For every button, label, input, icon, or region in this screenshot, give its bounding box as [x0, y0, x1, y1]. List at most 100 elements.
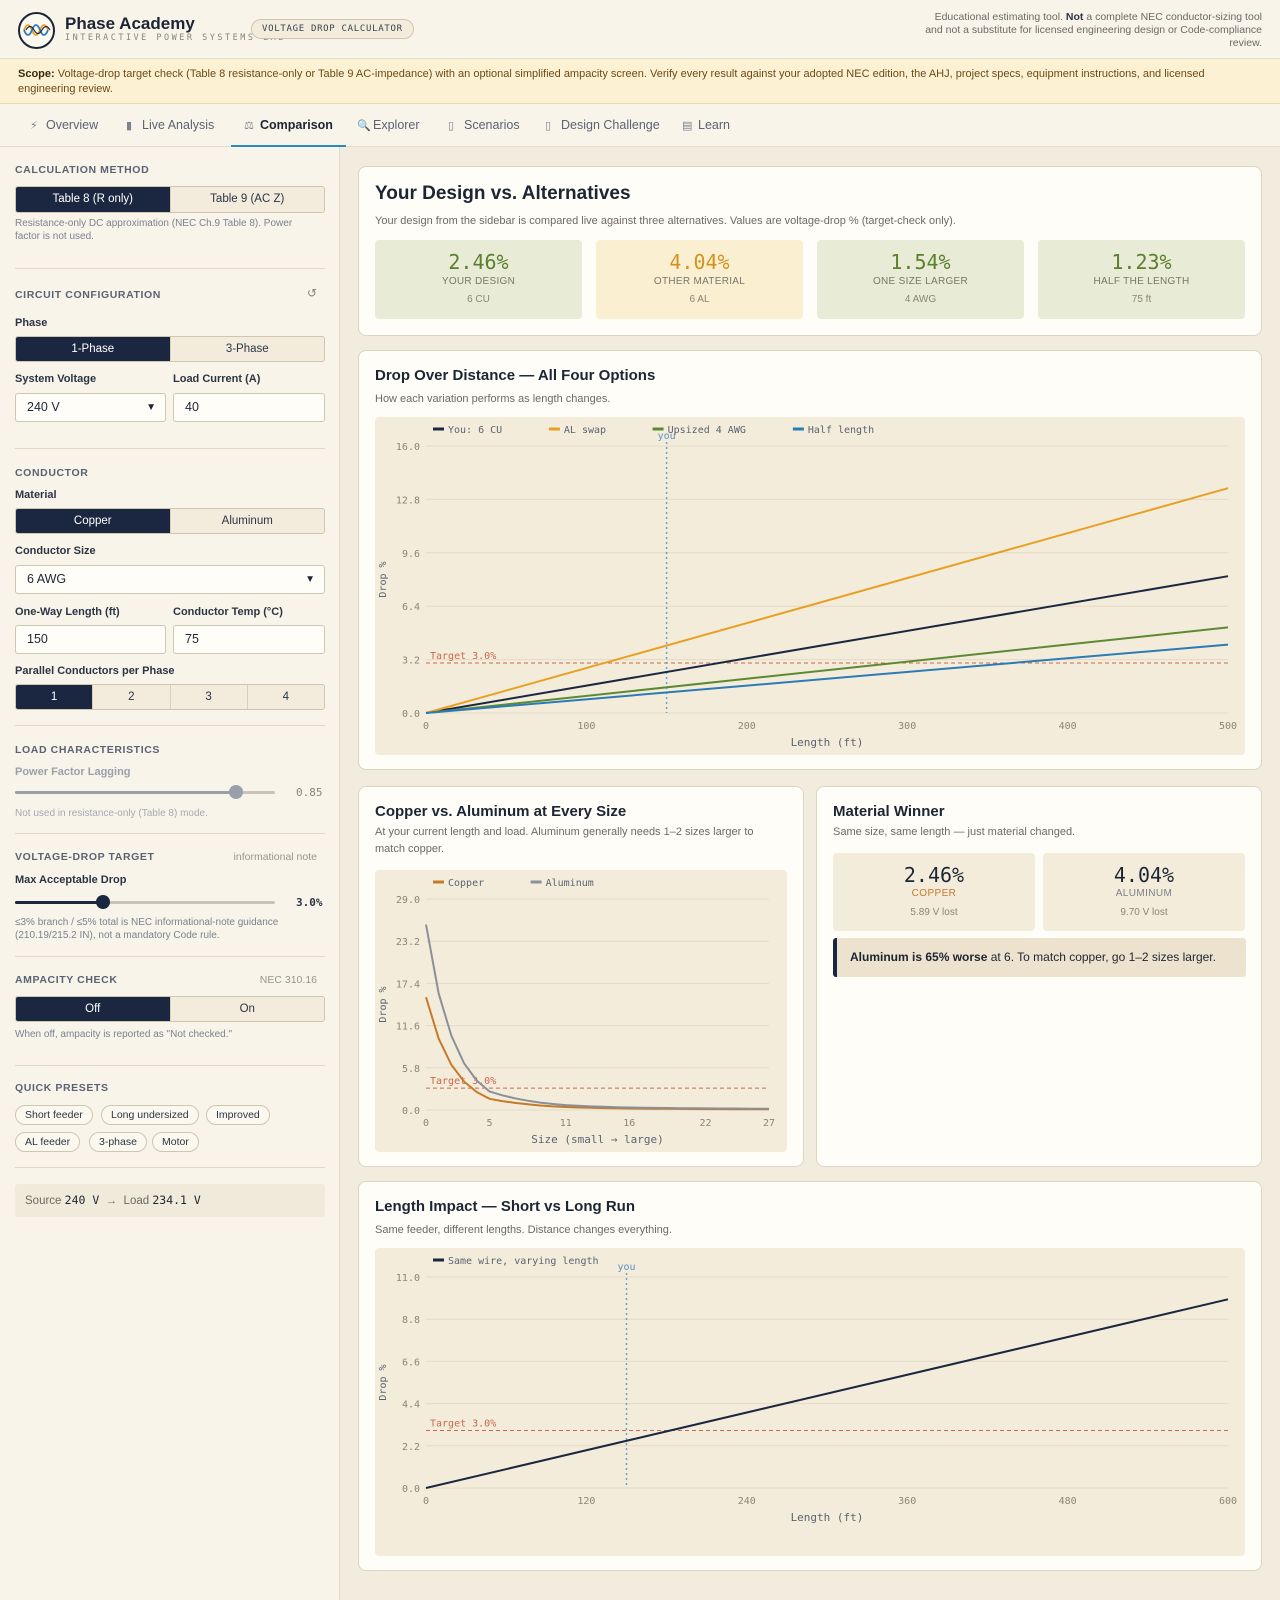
load-heading: LOAD CHARACTERISTICS	[15, 744, 160, 756]
y-tick-label: 0.0	[402, 1106, 420, 1117]
ampacity-off-option[interactable]: Off	[16, 997, 170, 1021]
divider	[15, 268, 325, 269]
target-label: Target 3.0%	[430, 651, 496, 662]
calc-method-table8[interactable]: Table 8 (R only)	[16, 187, 170, 212]
calc-method-table9[interactable]: Table 9 (AC Z)	[169, 187, 325, 212]
tool-chip: VOLTAGE DROP CALCULATOR	[251, 19, 414, 39]
ampacity-on-option[interactable]: On	[169, 997, 325, 1021]
y-axis-label: Drop %	[378, 986, 389, 1022]
tab-comparison[interactable]: ⚖ Comparison	[231, 104, 346, 147]
max-drop-slider[interactable]	[15, 895, 275, 909]
pf-label: Power Factor Lagging	[15, 766, 131, 778]
source-load-summary: Source 240 V → Load 234.1 V	[15, 1184, 325, 1217]
length-input[interactable]: 150	[15, 625, 166, 654]
voltage-select[interactable]: 240 V ▼	[15, 393, 166, 422]
tab-scenarios[interactable]: ▯ Scenarios	[448, 104, 520, 147]
reset-icon[interactable]: ↺	[307, 286, 317, 300]
x-tick-label: 120	[577, 1496, 595, 1507]
y-tick-label: 5.8	[402, 1064, 420, 1075]
tab-design-challenge[interactable]: ▯ Design Challenge	[545, 104, 660, 147]
y-tick-label: 0.0	[402, 1484, 420, 1495]
copper-result: 2.46% COPPER 5.89 V lost	[833, 853, 1035, 931]
x-tick-label: 22	[699, 1118, 711, 1129]
comparison-subtitle: Your design from the sidebar is compared…	[375, 215, 956, 227]
parallel-option-4[interactable]: 4	[246, 685, 324, 709]
pf-slider[interactable]	[15, 785, 275, 799]
y-tick-label: 16.0	[396, 442, 420, 453]
max-drop-value: 3.0%	[296, 896, 323, 909]
preset-short-feeder[interactable]: Short feeder	[15, 1105, 93, 1125]
y-tick-label: 11.6	[396, 1022, 420, 1033]
legend-label: Copper	[448, 878, 484, 889]
phase-academy-logo[interactable]	[18, 12, 55, 49]
preset-long-undersized[interactable]: Long undersized	[101, 1105, 199, 1125]
x-axis-label: Length (ft)	[791, 736, 864, 749]
circuit-heading: CIRCUIT CONFIGURATION	[15, 289, 161, 301]
x-tick-label: 360	[898, 1496, 916, 1507]
ampacity-heading: AMPACITY CHECK	[15, 974, 118, 986]
tab-overview[interactable]: ⚡ Overview	[30, 104, 98, 147]
x-tick-label: 240	[738, 1496, 756, 1507]
phase-3-option[interactable]: 3-Phase	[169, 337, 325, 361]
material-verdict: Aluminum is 65% worse at 6. To match cop…	[833, 938, 1246, 977]
y-tick-label: 6.4	[402, 602, 420, 613]
app-name: Phase Academy	[65, 14, 195, 33]
preset-3-phase[interactable]: 3-phase	[89, 1132, 147, 1152]
bar-chart-icon: ▮	[126, 120, 133, 132]
cu-al-card: Copper vs. Aluminum at Every Size At you…	[358, 786, 804, 1167]
ampacity-note: NEC 310.16	[259, 974, 317, 986]
calc-method-toggle: Table 8 (R only) Table 9 (AC Z)	[15, 186, 325, 213]
y-tick-label: 0.0	[402, 709, 420, 720]
bolt-icon: ⚡	[30, 120, 38, 132]
sine-wave-icon	[23, 24, 51, 36]
x-axis-label: Length (ft)	[791, 1511, 864, 1524]
y-tick-label: 6.6	[402, 1357, 420, 1368]
parallel-option-3[interactable]: 3	[169, 685, 247, 709]
current-input[interactable]: 40	[173, 393, 325, 422]
divider	[15, 833, 325, 834]
y-axis-label: Drop %	[378, 561, 389, 597]
max-drop-help: ≤3% branch / ≤5% total is NEC informatio…	[15, 917, 279, 941]
conductor-heading: CONDUCTOR	[15, 467, 89, 479]
x-tick-label: 0	[423, 721, 429, 732]
size-select[interactable]: 6 AWG ▼	[15, 565, 325, 594]
x-tick-label: 500	[1219, 721, 1237, 732]
chevron-down-icon: ▼	[305, 574, 315, 585]
presets-heading: QUICK PRESETS	[15, 1082, 109, 1094]
legend-label: Upsized 4 AWG	[668, 425, 746, 436]
tab-explorer[interactable]: 🔍 Explorer	[357, 104, 420, 147]
parallel-option-1[interactable]: 1	[16, 685, 93, 709]
tab-live-analysis[interactable]: ▮ Live Analysis	[126, 104, 214, 147]
x-tick-label: 16	[623, 1118, 635, 1129]
x-tick-label: 480	[1059, 1496, 1077, 1507]
series-line	[425, 996, 770, 1111]
sidebar: CALCULATION METHOD Table 8 (R only) Tabl…	[0, 147, 340, 1600]
tab-learn[interactable]: ▤ Learn	[682, 104, 730, 147]
x-tick-label: 200	[738, 721, 756, 732]
y-tick-label: 17.4	[396, 979, 420, 990]
preset-motor[interactable]: Motor	[152, 1132, 199, 1152]
series-line	[425, 575, 1229, 714]
y-tick-label: 9.6	[402, 549, 420, 560]
max-drop-slider-thumb[interactable]	[96, 895, 111, 909]
calc-method-help: Resistance-only DC approximation (NEC Ch…	[15, 218, 293, 242]
stat-one-size-larger: 1.54% ONE SIZE LARGER 4 AWG	[817, 240, 1024, 319]
temp-input[interactable]: 75	[173, 625, 325, 654]
material-aluminum-option[interactable]: Aluminum	[169, 509, 325, 533]
target-note: informational note	[233, 851, 317, 863]
material-winner-title: Material Winner	[833, 803, 945, 820]
x-tick-label: 5	[487, 1118, 493, 1129]
length-label: One-Way Length (ft)	[15, 606, 120, 618]
book-icon: ▤	[682, 120, 693, 132]
preset-improved[interactable]: Improved	[206, 1105, 270, 1125]
pf-slider-thumb[interactable]	[229, 785, 243, 799]
material-copper-option[interactable]: Copper	[16, 509, 170, 533]
stat-other-material: 4.04% OTHER MATERIAL 6 AL	[596, 240, 803, 319]
parallel-option-2[interactable]: 2	[92, 685, 169, 709]
load-value: 234.1 V	[152, 1193, 201, 1207]
x-tick-label: 300	[898, 721, 916, 732]
target-icon: ▯	[545, 120, 552, 132]
size-label: Conductor Size	[15, 545, 96, 557]
phase-1-option[interactable]: 1-Phase	[16, 337, 170, 361]
preset-al-feeder[interactable]: AL feeder	[15, 1132, 81, 1152]
